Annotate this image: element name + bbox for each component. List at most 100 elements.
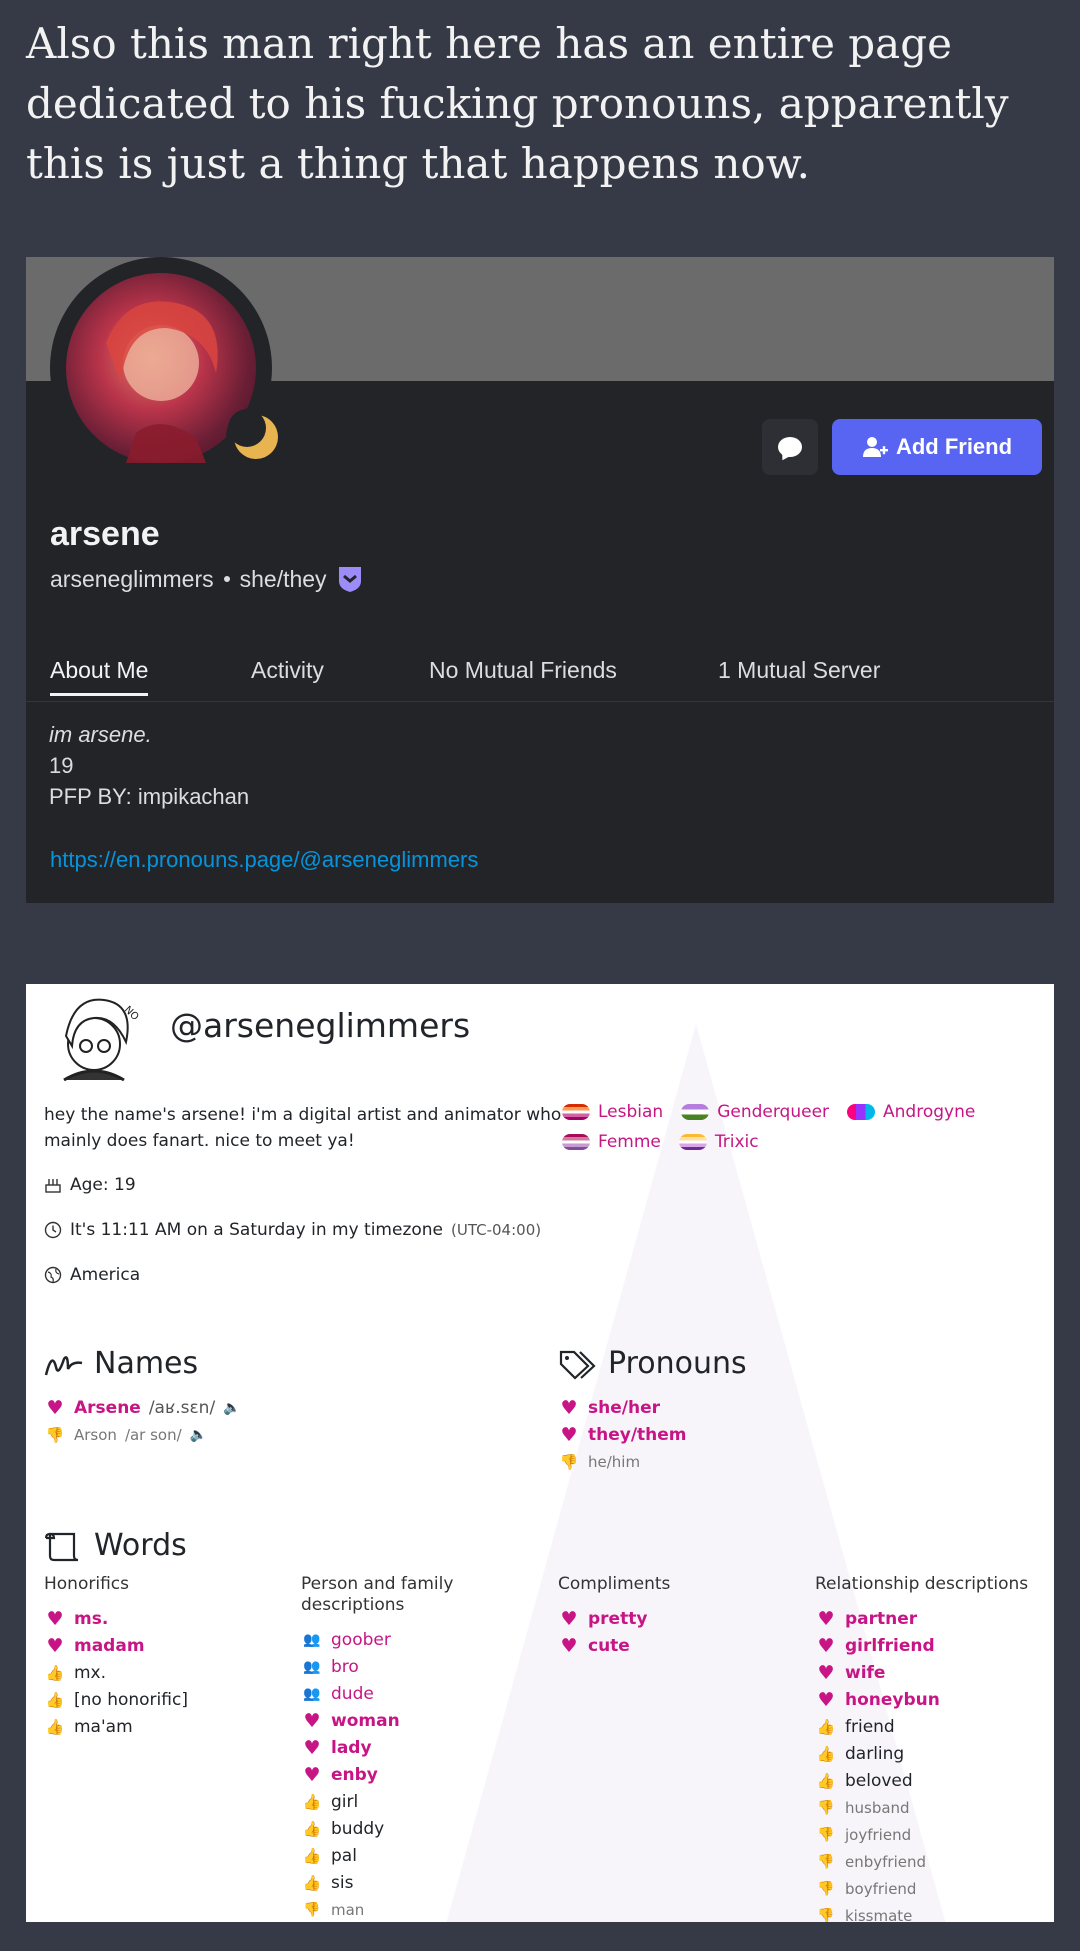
- word-label: enbyfriend: [845, 1852, 927, 1871]
- word-entry[interactable]: ♥ lady: [301, 1734, 531, 1761]
- chat-bubble-icon: [778, 437, 802, 457]
- lesbian-flag-icon: [562, 1104, 590, 1120]
- word-entry[interactable]: 👍 mx.: [44, 1659, 274, 1686]
- post-text: Also this man right here has an entire p…: [26, 19, 1009, 188]
- heart-icon: ♥: [560, 1607, 578, 1630]
- name-entry-arsene: ♥ Arsene /aʁ.sɛn/ 🔈: [44, 1394, 240, 1421]
- word-entry[interactable]: 👎 man: [301, 1896, 531, 1922]
- word-entry[interactable]: ♥ girlfriend: [815, 1632, 1045, 1659]
- pronouns-heading: Pronouns: [558, 1346, 747, 1381]
- about-line-3: PFP BY: impikachan: [49, 784, 250, 809]
- word-entry[interactable]: 👎 boyfriend: [815, 1875, 1045, 1902]
- scroll-icon: [44, 1532, 79, 1561]
- word-label: lady: [331, 1737, 372, 1758]
- globe-icon: [44, 1266, 62, 1284]
- honorifics-column: Honorifics ♥ ms. ♥ madam 👍 mx. 👍 [no honorific] 👍…: [44, 1574, 274, 1740]
- people-icon: 👥: [303, 1631, 321, 1648]
- people-icon: 👥: [303, 1685, 321, 1702]
- thumbs-down-icon: 👎: [817, 1799, 835, 1816]
- word-entry[interactable]: 👍 ma'am: [44, 1713, 274, 1740]
- word-entry[interactable]: 👍 pal: [301, 1842, 531, 1869]
- word-entry[interactable]: 👎 husband: [815, 1794, 1045, 1821]
- heart-icon: ♥: [303, 1763, 321, 1786]
- pronoun-entry[interactable]: ♥ she/her: [558, 1394, 687, 1421]
- genderqueer-flag-icon: [681, 1104, 710, 1120]
- thumbs-up-icon: 👍: [302, 1792, 322, 1811]
- tab-about-me[interactable]: About Me: [50, 657, 149, 696]
- discord-profile-card: Add Friend arsene arseneglimmers she/the…: [26, 257, 1054, 903]
- flag-androgyne[interactable]: Androgyne: [847, 1102, 975, 1122]
- word-entry[interactable]: 👍 sis: [301, 1869, 531, 1896]
- word-label: mx.: [74, 1662, 107, 1683]
- pronouns-page-link[interactable]: https://en.pronouns.page/@arseneglimmers: [50, 847, 478, 873]
- location-line: America: [44, 1265, 140, 1285]
- word-entry[interactable]: 👥 dude: [301, 1680, 531, 1707]
- word-entry[interactable]: ♥ pretty: [558, 1605, 788, 1632]
- word-entry[interactable]: 👎 enbyfriend: [815, 1848, 1045, 1875]
- tab-activity[interactable]: Activity: [251, 657, 324, 684]
- thumbs-up-icon: 👍: [45, 1690, 65, 1709]
- word-entry[interactable]: 👥 bro: [301, 1653, 531, 1680]
- word-label: cute: [588, 1635, 630, 1656]
- column-heading: Relationship descriptions: [815, 1574, 1029, 1594]
- pronoun-entry[interactable]: ♥ they/them: [558, 1421, 686, 1448]
- thumbs-up-icon: 👍: [302, 1819, 322, 1838]
- profile-avatar-icon[interactable]: NO: [44, 986, 154, 1086]
- word-label: [no honorific]: [74, 1689, 188, 1710]
- word-entry[interactable]: ♥ honeybun: [815, 1686, 1045, 1713]
- word-entry[interactable]: ♥ enby: [301, 1761, 531, 1788]
- word-entry[interactable]: 👍 friend: [815, 1713, 1045, 1740]
- word-label: darling: [845, 1743, 905, 1764]
- about-me-text: im arsene. 19 PFP BY: impikachan: [49, 719, 249, 812]
- trixic-flag-icon: [678, 1134, 707, 1150]
- add-friend-button[interactable]: Add Friend: [832, 419, 1042, 475]
- word-label: ma'am: [74, 1716, 133, 1737]
- word-entry[interactable]: ♥ wife: [815, 1659, 1045, 1686]
- bottom-strip: [0, 1922, 1080, 1951]
- word-label: girl: [331, 1791, 359, 1812]
- word-entry[interactable]: 👍 buddy: [301, 1815, 531, 1842]
- word-entry[interactable]: 👎 kissmate: [815, 1902, 1045, 1923]
- pronoun-entry[interactable]: 👎 he/him: [558, 1448, 687, 1475]
- heart-icon: ♥: [560, 1423, 578, 1446]
- word-label: madam: [74, 1635, 145, 1656]
- word-entry[interactable]: 👍 beloved: [815, 1767, 1045, 1794]
- word-entry[interactable]: ♥ madam: [44, 1632, 274, 1659]
- word-label: friend: [845, 1716, 895, 1737]
- cake-icon: [45, 1179, 61, 1193]
- flag-lesbian[interactable]: Lesbian: [562, 1102, 663, 1122]
- thumbs-up-icon: 👍: [45, 1717, 65, 1736]
- thumbs-down-icon: 👎: [45, 1425, 65, 1444]
- display-name: arsene: [50, 515, 160, 553]
- word-entry[interactable]: 👥 goober: [301, 1626, 531, 1653]
- word-entry[interactable]: ♥ ms.: [44, 1605, 274, 1632]
- flag-genderqueer[interactable]: Genderqueer: [681, 1102, 829, 1122]
- word-label: ms.: [74, 1608, 109, 1629]
- word-entry[interactable]: ♥ woman: [301, 1707, 531, 1734]
- word-entry[interactable]: ♥ cute: [558, 1632, 788, 1659]
- tab-mutual-friends[interactable]: No Mutual Friends: [429, 657, 617, 684]
- badge-icon[interactable]: [337, 565, 363, 593]
- word-label: girlfriend: [845, 1635, 935, 1656]
- word-entry[interactable]: 👍 darling: [815, 1740, 1045, 1767]
- timezone-line: It's 11:11 AM on a Saturday in my timezo…: [44, 1220, 541, 1240]
- word-label: kissmate: [845, 1906, 913, 1923]
- heart-icon: ♥: [817, 1688, 835, 1711]
- speaker-icon[interactable]: 🔈: [190, 1427, 207, 1443]
- word-entry[interactable]: ♥ partner: [815, 1605, 1045, 1632]
- flags-list: Lesbian Genderqueer Androgyne Femme Trix…: [562, 1102, 1022, 1162]
- flag-trixic[interactable]: Trixic: [678, 1132, 759, 1152]
- word-entry[interactable]: 👍 girl: [301, 1788, 531, 1815]
- word-label: bro: [331, 1656, 359, 1677]
- profile-bio: hey the name's arsene! i'm a digital art…: [44, 1105, 562, 1151]
- flag-femme[interactable]: Femme: [562, 1132, 661, 1152]
- names-list: ♥ Arsene /aʁ.sɛn/ 🔈 👎 Arson /ar son/ 🔈: [44, 1394, 241, 1448]
- message-button[interactable]: [762, 419, 818, 475]
- about-line-2: 19: [49, 753, 74, 778]
- speaker-icon[interactable]: 🔈: [223, 1400, 240, 1416]
- tab-mutual-servers[interactable]: 1 Mutual Server: [718, 657, 880, 684]
- name-entry-arson: 👎 Arson /ar son/ 🔈: [45, 1425, 208, 1444]
- word-entry[interactable]: 👎 joyfriend: [815, 1821, 1045, 1848]
- separator-dot: [223, 576, 230, 582]
- word-entry[interactable]: 👍 [no honorific]: [44, 1686, 274, 1713]
